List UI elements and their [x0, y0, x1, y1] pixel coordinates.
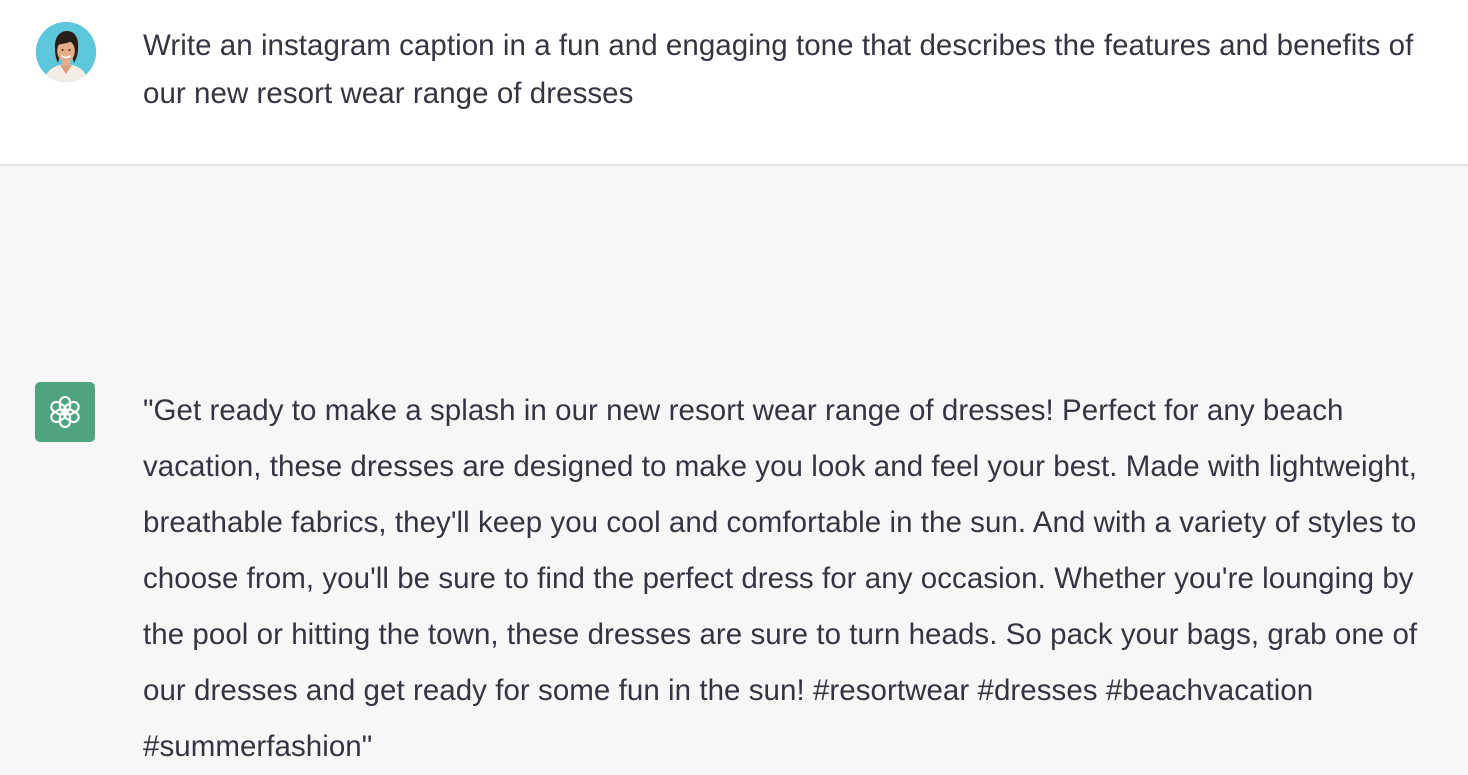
assistant-message-text: "Get ready to make a splash in our new r… — [143, 394, 1418, 763]
assistant-avatar — [35, 382, 95, 442]
user-avatar — [36, 22, 96, 82]
chatgpt-logo-icon — [50, 395, 80, 429]
assistant-message-row: "Get ready to make a splash in our new r… — [0, 166, 1468, 763]
user-portrait-icon — [36, 22, 96, 82]
user-message-text: Write an instagram caption in a fun and … — [143, 29, 1414, 110]
user-message-row: Write an instagram caption in a fun and … — [0, 0, 1468, 166]
